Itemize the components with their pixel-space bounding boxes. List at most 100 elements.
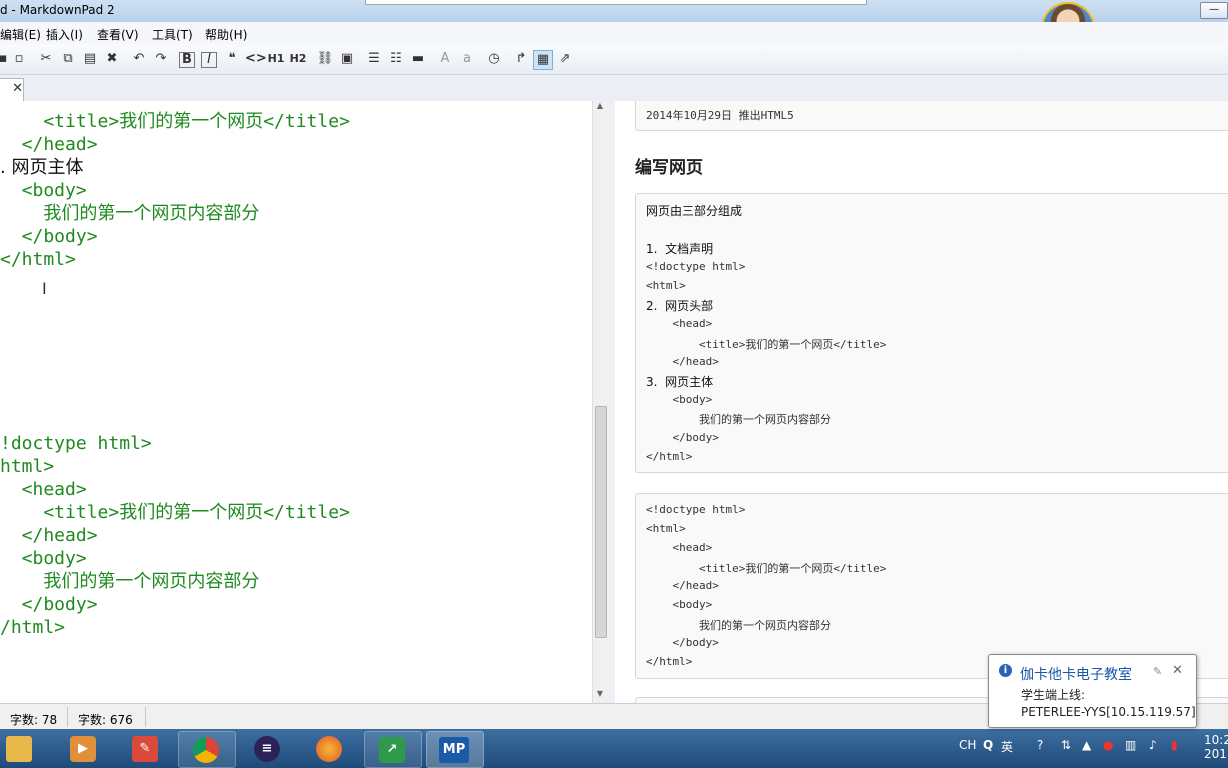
menu-insert[interactable]: 插入(I) — [46, 26, 83, 43]
editor-line: 我们的第一个网页内容部分 — [0, 571, 260, 592]
notepad-glyph-icon: ✎ — [132, 736, 158, 762]
editor-line: <title>我们的第一个网页</title> — [0, 502, 350, 523]
chrome-icon[interactable] — [178, 731, 236, 768]
menu-tools[interactable]: 工具(T) — [152, 26, 193, 43]
preview-line: <body> — [646, 598, 713, 611]
help-icon[interactable]: ? — [1037, 738, 1043, 752]
app-tray-icon[interactable]: ▮ — [1171, 738, 1178, 752]
code-block: 网页由三部分组成 1. 文档声明 <!doctype html> <html> … — [635, 193, 1228, 473]
menu-bar: 编辑(E) 插入(I) 查看(V) 工具(T) 帮助(H) — [0, 22, 1228, 44]
undo-icon[interactable]: ↶ — [130, 50, 148, 68]
toolbar: ▪ ▫ ✂ ⧉ ▤ ✖ ↶ ↷ B I ❝ <> H1 H2 ⛓ ▣ ☰ ☷ ▬… — [0, 44, 1228, 75]
copy-icon[interactable]: ⧉ — [59, 50, 77, 68]
editor-line: !doctype html> — [0, 433, 152, 454]
status-divider — [145, 707, 146, 727]
h1-icon[interactable]: H1 — [267, 50, 285, 68]
scroll-down-icon[interactable]: ▼ — [593, 689, 607, 701]
link-icon[interactable]: ⛓ — [316, 50, 334, 68]
preview-line: </body> — [646, 636, 719, 649]
quote-icon[interactable]: ❝ — [223, 50, 241, 68]
notification-text: 学生端上线: — [1021, 688, 1086, 702]
editor-line: . 网页主体 — [0, 157, 84, 178]
publish-icon[interactable]: ⇗ — [556, 50, 574, 68]
document-tabs: ✕ — [0, 75, 1228, 102]
media-player-icon[interactable]: ▶ — [56, 731, 112, 766]
minimize-button[interactable]: — — [1200, 2, 1228, 19]
editor-scrollbar[interactable]: ▲ ▼ — [592, 101, 607, 703]
image-icon[interactable]: ▣ — [338, 50, 356, 68]
code-icon[interactable]: <> — [245, 50, 267, 68]
preview-line: </html> — [646, 655, 693, 668]
mp-logo-icon: MP — [439, 737, 469, 763]
editor-line: /html> — [0, 617, 66, 638]
file-explorer-icon[interactable] — [0, 731, 48, 766]
uppercase-icon[interactable]: A — [436, 50, 454, 68]
show-hidden-icon[interactable]: ▲ — [1082, 738, 1091, 752]
unordered-list-icon[interactable]: ☰ — [365, 50, 383, 68]
pane-splitter[interactable] — [607, 101, 615, 703]
preview-line: 我们的第一个网页内容部分 — [646, 619, 831, 632]
save-all-icon[interactable]: ▫ — [10, 50, 28, 68]
clock-date: 201 — [1204, 747, 1227, 761]
delete-icon[interactable]: ✖ — [103, 50, 121, 68]
notification-text: PETERLEE-YYS[10.15.119.57] — [1021, 705, 1196, 719]
notification-balloon[interactable]: i 伽卡他卡电子教室 ✎ ✕ 学生端上线: PETERLEE-YYS[10.15… — [988, 654, 1197, 728]
remote-desktop-icon[interactable]: ↗ — [364, 731, 422, 768]
editor-line: </head> — [0, 134, 98, 155]
cut-icon[interactable]: ✂ — [37, 50, 55, 68]
play-icon: ▶ — [70, 736, 96, 762]
char-count: 字数: 676 — [78, 713, 133, 727]
preview-line: </body> — [646, 431, 719, 444]
editor-line: </body> — [0, 226, 98, 247]
h2-icon[interactable]: H2 — [289, 50, 307, 68]
markdown-editor[interactable]: <title>我们的第一个网页</title> </head> . 网页主体 <… — [0, 101, 592, 703]
tray-arrows-icon[interactable]: ⇅ — [1061, 738, 1071, 752]
editor-line: <body> — [0, 548, 87, 569]
menu-view[interactable]: 查看(V) — [97, 26, 139, 43]
clock[interactable]: 10:2 201 — [1204, 733, 1228, 761]
firefox-icon[interactable] — [302, 731, 358, 766]
preview-line: <html> — [646, 279, 686, 292]
document-tab[interactable]: ✕ — [0, 78, 24, 101]
redo-icon[interactable]: ↷ — [152, 50, 170, 68]
volume-icon[interactable]: ♪ — [1149, 738, 1157, 752]
paste-icon[interactable]: ▤ — [81, 50, 99, 68]
taskbar: ▶ ✎ ≡ ↗ MP — [0, 729, 1228, 768]
menu-help[interactable]: 帮助(H) — [205, 26, 247, 43]
live-preview-icon[interactable]: ▦ — [533, 50, 553, 70]
word-count: 字数: 78 — [10, 713, 58, 727]
close-icon[interactable]: ✕ — [1172, 663, 1183, 678]
preview-line: 网页由三部分组成 — [646, 204, 743, 218]
editor-line: html> — [0, 456, 55, 477]
preview-line: 2. 网页头部 — [646, 299, 714, 313]
preview-line: 我们的第一个网页内容部分 — [646, 413, 831, 426]
lowercase-icon[interactable]: a — [458, 50, 476, 68]
lang-indicator[interactable]: CH — [959, 738, 976, 752]
bold-icon[interactable]: B — [179, 52, 195, 68]
timestamp-icon[interactable]: ◷ — [485, 50, 503, 68]
preview-pane: 2014年10月29日 推出HTML5 编写网页 网页由三部分组成 1. 文档声… — [615, 101, 1228, 703]
status-divider — [67, 707, 68, 727]
ordered-list-icon[interactable]: ☷ — [387, 50, 405, 68]
preview-line: <head> — [646, 541, 713, 554]
scrollbar-thumb[interactable] — [595, 406, 607, 638]
code-block: <!doctype html> <html> <head> <title>我们的… — [635, 493, 1228, 679]
ime-indicator[interactable]: 英 — [1001, 738, 1013, 755]
security-icon[interactable]: ● — [1103, 738, 1113, 752]
italic-icon[interactable]: I — [201, 52, 217, 68]
markdownpad-icon[interactable]: MP — [426, 731, 484, 768]
export-icon[interactable]: ↱ — [512, 50, 530, 68]
eclipse-icon[interactable]: ≡ — [240, 731, 296, 766]
scroll-up-icon[interactable]: ▲ — [593, 101, 607, 113]
close-icon[interactable]: ✕ — [12, 81, 23, 96]
search-tray-icon[interactable]: Q — [983, 738, 993, 752]
notepad-icon[interactable]: ✎ — [118, 731, 174, 766]
editor-line: </body> — [0, 594, 98, 615]
remote-logo-icon: ↗ — [379, 737, 405, 763]
clock-time: 10:2 — [1204, 733, 1228, 747]
chrome-logo-icon — [193, 737, 219, 763]
network-icon[interactable]: ▥ — [1125, 738, 1136, 752]
horizontal-rule-icon[interactable]: ▬ — [409, 50, 427, 68]
menu-edit[interactable]: 编辑(E) — [0, 26, 41, 43]
pin-icon[interactable]: ✎ — [1153, 665, 1162, 678]
